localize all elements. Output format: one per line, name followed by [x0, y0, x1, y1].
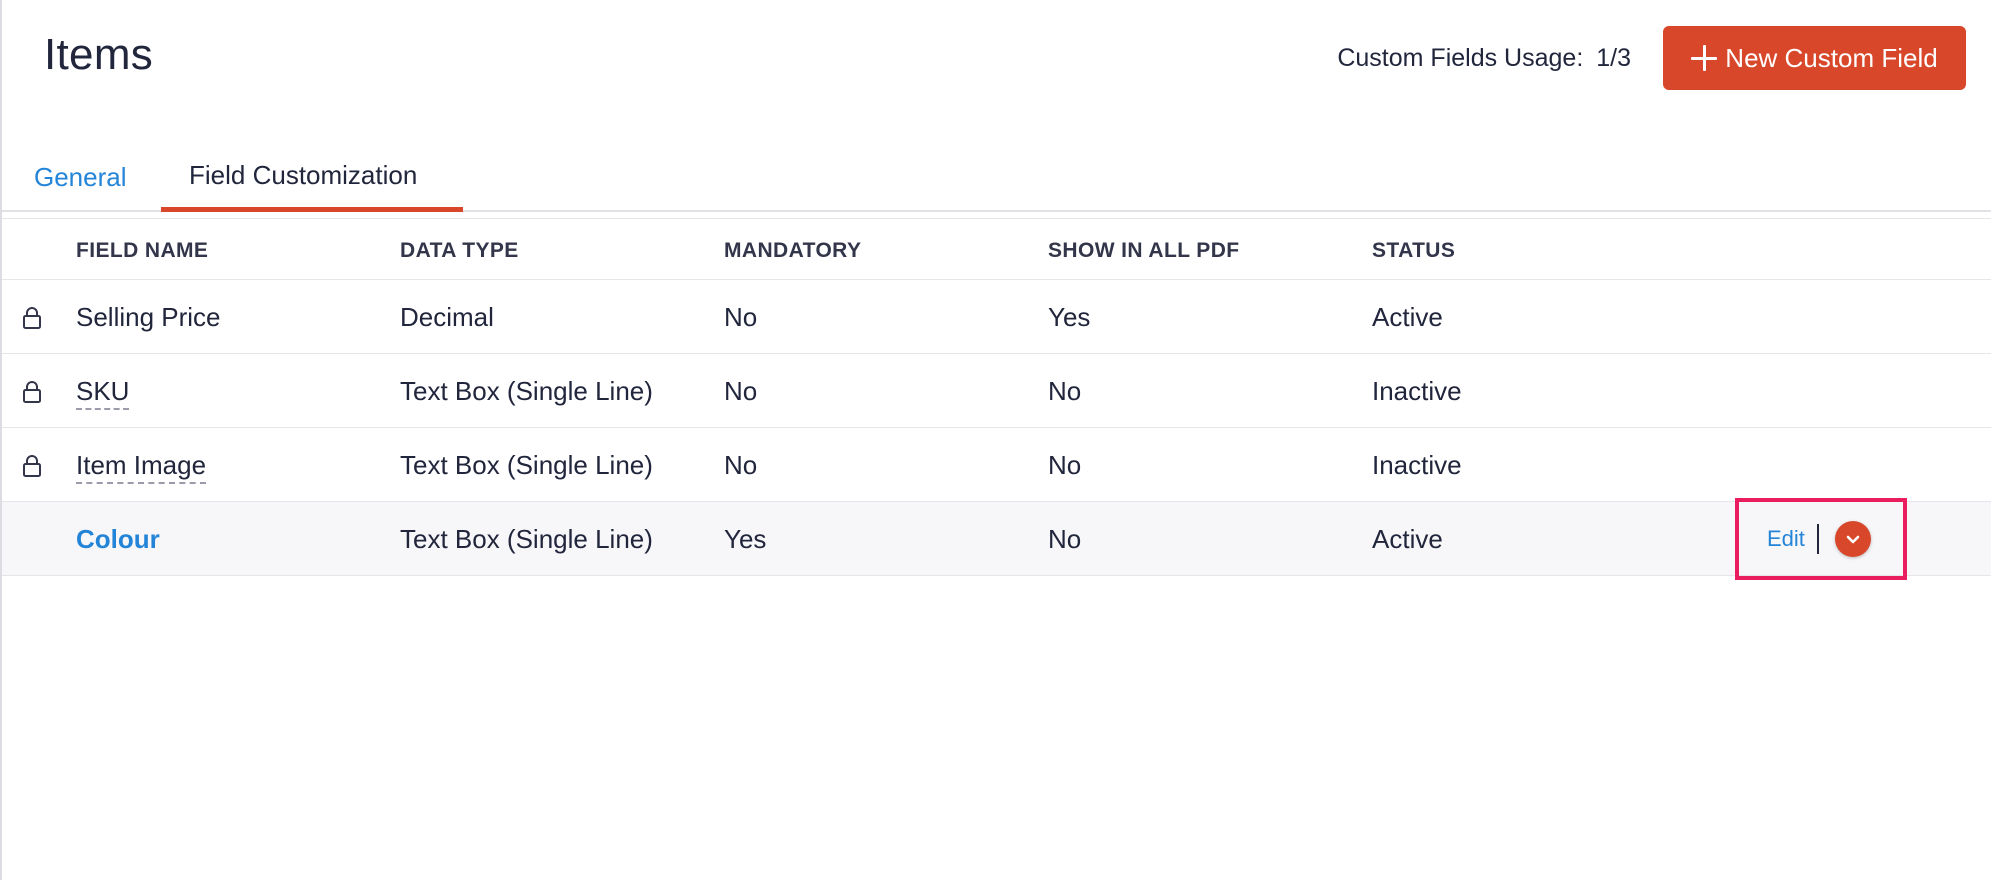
- column-header-mandatory: MANDATORY: [724, 239, 862, 262]
- status: Active: [1372, 302, 1443, 332]
- active-tab-indicator: [161, 207, 463, 212]
- data-type: Text Box (Single Line): [400, 524, 653, 554]
- column-header-show-in-all-pdf: SHOW IN ALL PDF: [1048, 239, 1240, 262]
- more-actions-button[interactable]: [1834, 521, 1871, 557]
- status: Inactive: [1372, 376, 1462, 406]
- action-separator: [1816, 524, 1819, 554]
- tab-bar: General Field Customization: [2, 140, 1991, 212]
- column-header-data-type: DATA TYPE: [400, 239, 519, 262]
- usage-count: 1/3: [1596, 44, 1631, 72]
- data-type: Decimal: [400, 302, 494, 332]
- table-row[interactable]: Colour Text Box (Single Line) Yes No Act…: [2, 498, 1991, 580]
- usage-label: Custom Fields Usage:: [1337, 44, 1584, 72]
- field-name-link[interactable]: Colour: [76, 524, 160, 555]
- field-name-text: SKU: [76, 376, 130, 410]
- lock-icon: [23, 307, 41, 329]
- custom-fields-page: Items Custom Fields Usage: 1/3 New Custo…: [0, 0, 1991, 880]
- field-name: Item Image: [76, 450, 207, 484]
- status: Active: [1372, 524, 1443, 554]
- table-row[interactable]: Selling Price Decimal No Yes Active: [2, 280, 1991, 354]
- data-type: Text Box (Single Line): [400, 450, 653, 480]
- mandatory: Yes: [724, 524, 767, 554]
- mandatory: No: [724, 302, 758, 332]
- tab-field-customization[interactable]: Field Customization: [161, 140, 463, 212]
- mandatory: No: [724, 376, 758, 406]
- new-custom-field-label: New Custom Field: [1725, 42, 1938, 73]
- lock-icon: [23, 455, 41, 477]
- tab-field-customization-label: Field Customization: [189, 160, 418, 190]
- page-header: Items Custom Fields Usage: 1/3 New Custo…: [2, 0, 1991, 120]
- plus-icon: [1691, 45, 1718, 71]
- show-in-all-pdf: No: [1048, 524, 1082, 554]
- row-actions: Edit: [1735, 498, 1907, 580]
- edit-button[interactable]: Edit: [1767, 526, 1805, 552]
- chevron-down-icon: [1846, 535, 1860, 544]
- column-header-status: STATUS: [1372, 239, 1456, 262]
- show-in-all-pdf: Yes: [1048, 302, 1091, 332]
- data-type: Text Box (Single Line): [400, 376, 653, 406]
- mandatory: No: [724, 450, 758, 480]
- show-in-all-pdf: No: [1048, 376, 1082, 406]
- field-name-text: Item Image: [76, 450, 207, 484]
- custom-fields-table: FIELD NAME DATA TYPE MANDATORY SHOW IN A…: [2, 218, 1991, 580]
- field-name: SKU: [76, 376, 130, 410]
- table-header: FIELD NAME DATA TYPE MANDATORY SHOW IN A…: [2, 218, 1991, 280]
- table-row[interactable]: SKU Text Box (Single Line) No No Inactiv…: [2, 354, 1991, 428]
- status: Inactive: [1372, 450, 1462, 480]
- custom-fields-usage: Custom Fields Usage: 1/3: [1337, 44, 1631, 73]
- table-row[interactable]: Item Image Text Box (Single Line) No No …: [2, 428, 1991, 502]
- tab-general[interactable]: General: [34, 162, 127, 193]
- column-header-field-name: FIELD NAME: [76, 239, 209, 262]
- page-title: Items: [44, 30, 154, 79]
- field-name: Selling Price: [76, 302, 221, 332]
- lock-icon: [23, 381, 41, 403]
- new-custom-field-button[interactable]: New Custom Field: [1663, 26, 1966, 90]
- show-in-all-pdf: No: [1048, 450, 1082, 480]
